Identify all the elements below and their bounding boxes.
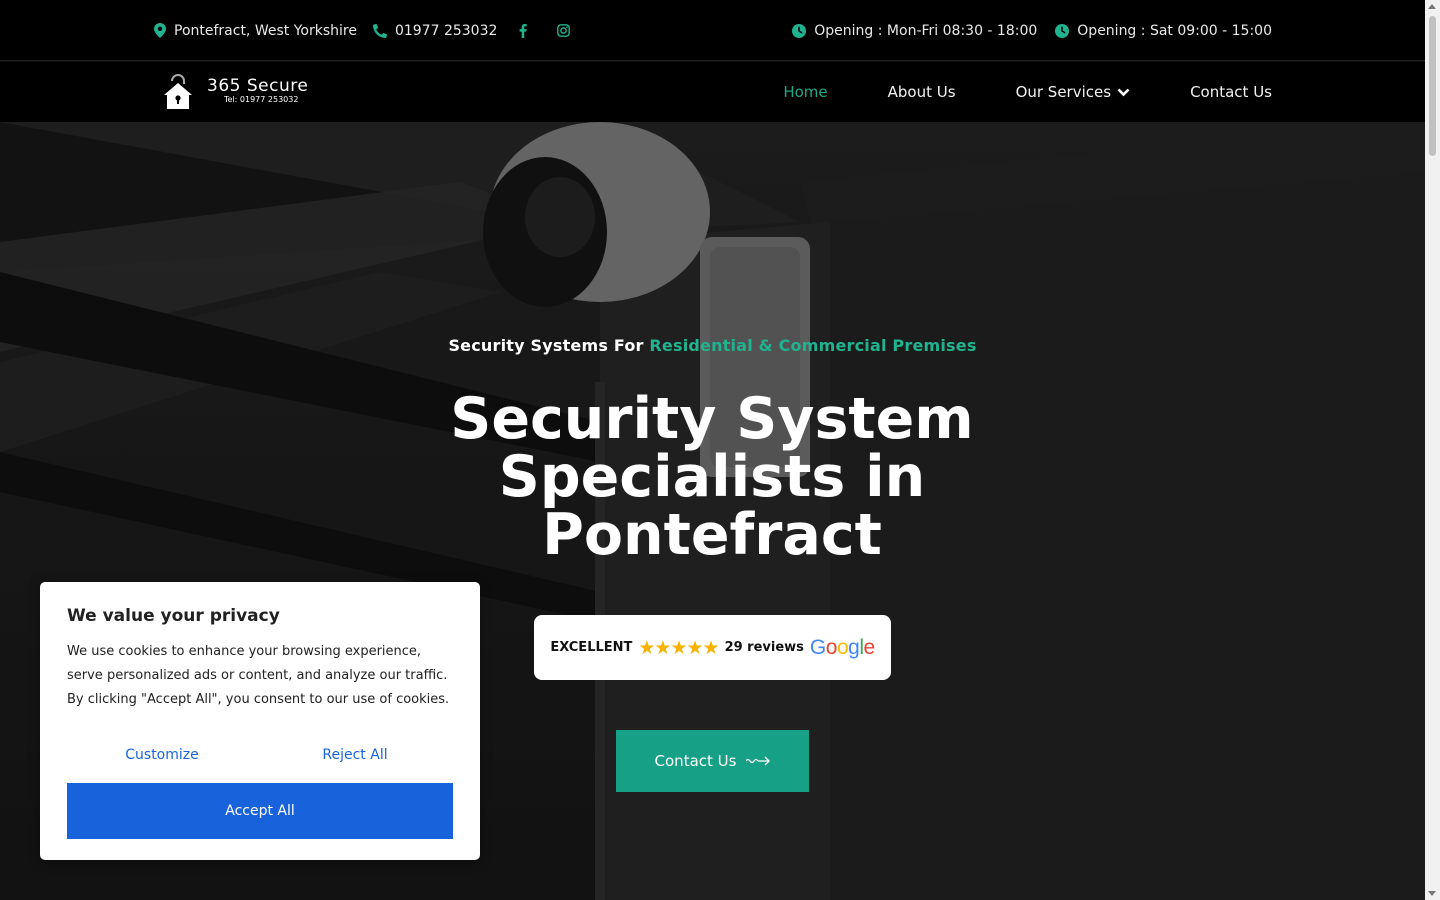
tagline-accent: Residential & Commercial Premises xyxy=(649,336,977,355)
scroll-down-icon[interactable] xyxy=(1428,891,1436,896)
facebook-icon xyxy=(519,23,528,38)
location-text: Pontefract, West Yorkshire xyxy=(174,22,357,39)
google-logo: Google xyxy=(809,635,875,659)
hours-weekday-text: Opening : Mon-Fri 08:30 - 18:00 xyxy=(814,22,1038,39)
phone-info[interactable]: 01977 253032 xyxy=(372,23,497,39)
star-rating-icons: ★★★★★ xyxy=(638,636,719,659)
scroll-up-icon[interactable] xyxy=(1428,4,1436,9)
nav-about-us[interactable]: About Us xyxy=(888,83,956,101)
customize-button[interactable]: Customize xyxy=(67,740,257,770)
phone-icon xyxy=(372,23,387,38)
accept-all-button[interactable]: Accept All xyxy=(67,783,453,839)
nav-about-label: About Us xyxy=(887,83,956,101)
phone-text[interactable]: 01977 253032 xyxy=(395,23,497,39)
top-bar: Pontefract, West Yorkshire 01977 253032 … xyxy=(0,0,1425,61)
location-info: Pontefract, West Yorkshire xyxy=(154,23,357,39)
scrollbar-thumb[interactable] xyxy=(1429,16,1436,156)
google-reviews-badge[interactable]: EXCELLENT ★★★★★ 29 reviews Google xyxy=(534,615,891,680)
instagram-icon xyxy=(557,24,571,37)
cookie-consent-banner: We value your privacy We use cookies to … xyxy=(40,582,480,860)
contact-us-button[interactable]: Contact Us xyxy=(616,730,809,792)
nav-home[interactable]: Home xyxy=(783,83,827,101)
nav-contact-us[interactable]: Contact Us xyxy=(1190,83,1272,101)
main-navigation: 365 Secure Tel: 01977 253032 Home About … xyxy=(0,62,1425,122)
hero-tagline: Security Systems For Residential & Comme… xyxy=(0,336,1425,355)
nav-our-services[interactable]: Our Services xyxy=(1016,83,1131,101)
reject-all-button[interactable]: Reject All xyxy=(260,740,450,770)
cookie-title: We value your privacy xyxy=(67,606,280,626)
site-logo[interactable]: 365 Secure Tel: 01977 253032 xyxy=(162,71,342,113)
facebook-link[interactable] xyxy=(519,23,528,38)
cta-label: Contact Us xyxy=(654,752,737,770)
clock-icon xyxy=(1055,23,1070,38)
nav-contact-label: Contact Us xyxy=(1190,83,1272,101)
logo-tel: Tel: 01977 253032 xyxy=(224,95,299,104)
chevron-down-icon xyxy=(1117,88,1130,96)
hero-title: Security System Specialists in Pontefrac… xyxy=(362,390,1062,564)
cookie-body: We use cookies to enhance your browsing … xyxy=(67,644,450,707)
hours-saturday-text: Opening : Sat 09:00 - 15:00 xyxy=(1077,22,1272,39)
logo-name: 365 Secure xyxy=(207,76,309,96)
arrow-right-icon xyxy=(746,756,771,766)
map-pin-icon xyxy=(154,23,166,38)
nav-home-label: Home xyxy=(783,83,828,101)
hours-weekday: Opening : Mon-Fri 08:30 - 18:00 xyxy=(792,23,1037,39)
clock-icon xyxy=(792,23,807,38)
tagline-prefix: Security Systems For xyxy=(448,336,644,355)
rating-label: EXCELLENT xyxy=(550,640,633,655)
hero-title-line2: Specialists in xyxy=(498,444,926,510)
instagram-link[interactable] xyxy=(557,24,571,37)
hero-title-line3: Pontefract xyxy=(542,502,882,568)
nav-services-label: Our Services xyxy=(1015,83,1112,101)
hero-title-line1: Security System xyxy=(450,386,974,452)
page-scrollbar[interactable] xyxy=(1425,0,1440,900)
reviews-count: 29 reviews xyxy=(724,640,804,655)
hours-saturday: Opening : Sat 09:00 - 15:00 xyxy=(1055,23,1272,39)
